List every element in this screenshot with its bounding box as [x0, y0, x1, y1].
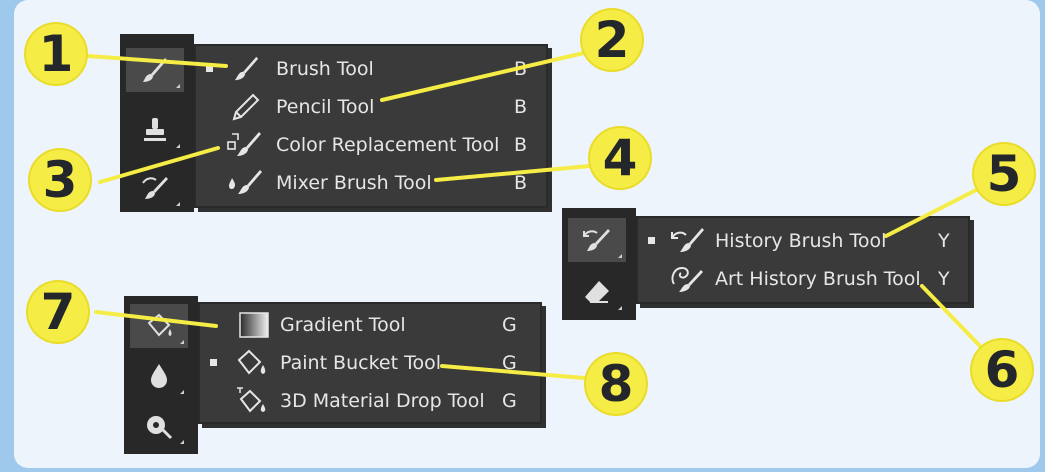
callout-2: 2 — [582, 10, 642, 70]
callout-7: 7 — [28, 282, 88, 342]
callout-3: 3 — [30, 150, 90, 210]
leader-line-6 — [920, 284, 982, 348]
leader-line-3 — [98, 146, 220, 184]
leader-line-5 — [884, 186, 982, 238]
callout-6: 6 — [972, 340, 1032, 400]
leader-line-1 — [86, 54, 228, 68]
leader-line-7 — [94, 310, 218, 328]
callout-8: 8 — [586, 354, 646, 414]
callout-leader-lines — [86, 50, 982, 380]
leader-line-8 — [440, 364, 586, 380]
callout-4: 4 — [590, 128, 650, 188]
callout-1: 1 — [26, 24, 86, 84]
leader-line-2 — [380, 50, 590, 102]
callout-5: 5 — [974, 144, 1034, 204]
leader-line-4 — [434, 164, 592, 182]
